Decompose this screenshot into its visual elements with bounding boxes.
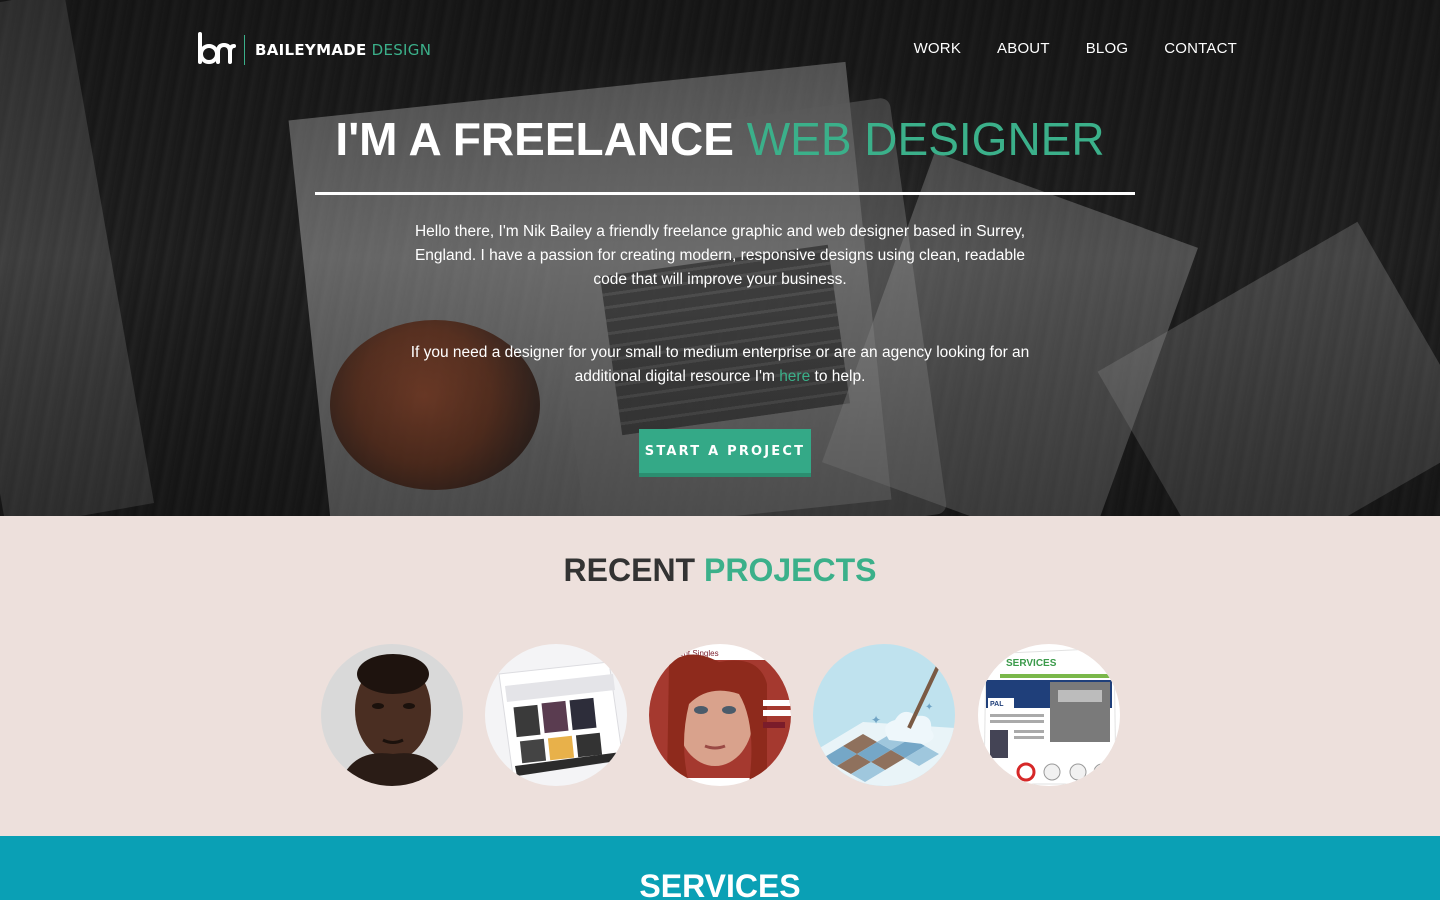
cleaning-brand-project-image: ✦ ✦	[813, 644, 955, 786]
portrait-project-image	[321, 644, 463, 786]
pal-site-heading: SERVICES	[1006, 658, 1057, 669]
hero-intro: Hello there, I'm Nik Bailey a friendly f…	[414, 223, 1026, 288]
svg-text:✦: ✦	[871, 713, 881, 727]
start-project-button[interactable]: START A PROJECT	[639, 429, 811, 477]
agency-website-project-thumb[interactable]	[485, 644, 627, 786]
nav-item-work[interactable]: WORK	[914, 40, 961, 57]
main-nav: WORK ABOUT BLOG CONTACT	[914, 40, 1237, 57]
logo-wordmark: BAILEYMADE DESIGN	[255, 41, 432, 59]
hero-title: I'M A FREELANCE WEB DESIGNER	[0, 112, 1440, 166]
hero-title-bold: I'M A FREELANCE	[335, 113, 747, 165]
services-section: SERVICES	[0, 836, 1440, 900]
hero-pitch: If you need a designer for your small to…	[410, 344, 1030, 385]
singles-dating-site-project-image: ent Singles	[649, 644, 791, 786]
pal-services-project-thumb[interactable]: SERVICES PAL	[978, 644, 1120, 786]
cleaning-brand-project-thumb[interactable]: ✦ ✦	[813, 644, 955, 786]
singles-dating-site-project-thumb[interactable]: ent Singles	[649, 644, 791, 786]
recent-projects-title: RECENT PROJECTS	[563, 552, 877, 588]
pal-services-project-image: SERVICES PAL	[978, 644, 1120, 786]
agency-website-project-image	[485, 644, 627, 786]
recent-projects-section: RECENT PROJECTS ent Singles ✦ ✦ SERVICES…	[0, 516, 1440, 836]
bm-monogram-icon	[198, 32, 236, 64]
hero-section: BAILEYMADE DESIGN WORK ABOUT BLOG CONTAC…	[0, 0, 1440, 516]
nav-item-about[interactable]: ABOUT	[997, 40, 1050, 57]
logo-divider	[244, 35, 245, 65]
here-link[interactable]: here	[779, 368, 810, 385]
services-title: SERVICES	[639, 868, 801, 900]
hero-divider	[315, 192, 1135, 195]
pal-logo-text: PAL	[990, 701, 1004, 708]
nav-item-contact[interactable]: CONTACT	[1164, 40, 1237, 57]
nav-item-blog[interactable]: BLOG	[1086, 40, 1128, 57]
svg-text:✦: ✦	[925, 702, 933, 713]
hero-title-accent: WEB DESIGNER	[746, 113, 1105, 165]
portrait-project-thumb[interactable]	[321, 644, 463, 786]
site-logo[interactable]: BAILEYMADE DESIGN	[196, 32, 431, 68]
